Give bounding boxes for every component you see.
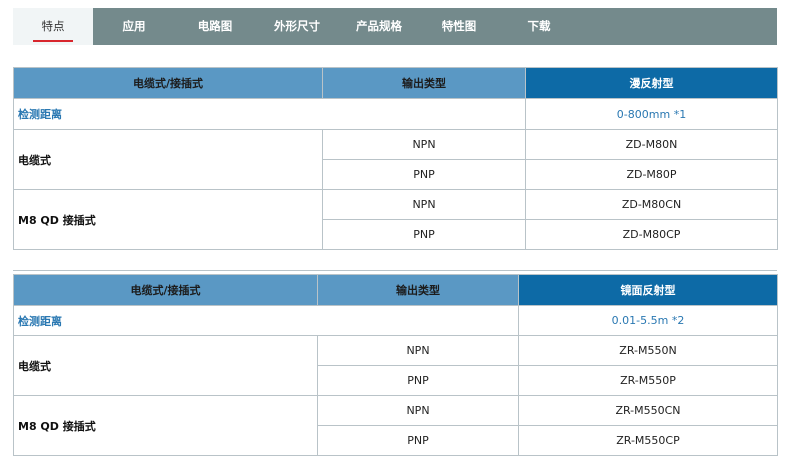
header-model-type: 镜面反射型 (518, 274, 778, 306)
output-type-cell: NPN (322, 189, 526, 220)
model-number-cell: ZD-M80N (525, 129, 778, 160)
output-type-cell: NPN (322, 129, 526, 160)
model-number-cell: ZD-M80CP (525, 219, 778, 250)
model-number-cell: ZR-M550CP (518, 425, 778, 456)
tab-circuit-diagram-label: 电路图 (197, 19, 233, 33)
tab-specifications-label: 产品规格 (356, 19, 402, 33)
detection-distance-label: 检测距离 (13, 98, 526, 130)
tab-bar: 特点 应用 电路图 外形尺寸 产品规格 特性图 下载 (13, 8, 777, 45)
spec-table-diffuse: 电缆式/接插式 输出类型 漫反射型 检测距离 0-800mm *1 电缆式 NP… (13, 67, 778, 250)
tab-characteristics-label: 特性图 (441, 19, 477, 33)
model-number-cell: ZR-M550P (518, 365, 778, 396)
active-tab-indicator (33, 40, 73, 42)
tab-specifications[interactable]: 产品规格 (339, 8, 419, 45)
header-output: 输出类型 (317, 274, 519, 306)
model-number-cell: ZD-M80CN (525, 189, 778, 220)
model-number-cell: ZD-M80P (525, 159, 778, 190)
tab-applications-label: 应用 (122, 19, 146, 33)
output-type-cell: PNP (322, 219, 526, 250)
section-divider (13, 270, 777, 271)
tab-features[interactable]: 特点 (13, 8, 93, 45)
tab-downloads[interactable]: 下载 (499, 8, 579, 45)
tab-downloads-label: 下载 (527, 19, 551, 33)
group-label-cable: 电缆式 (13, 129, 323, 190)
group-label-connector: M8 QD 接插式 (13, 189, 323, 250)
detection-distance-value: 0-800mm *1 (525, 98, 778, 130)
header-model-type: 漫反射型 (525, 67, 778, 99)
header-type: 电缆式/接插式 (13, 274, 318, 306)
tab-applications[interactable]: 应用 (93, 8, 175, 45)
detection-distance-label: 检测距离 (13, 305, 519, 336)
detection-distance-value: 0.01-5.5m *2 (518, 305, 778, 336)
group-label-cable: 电缆式 (13, 335, 318, 396)
spec-table-mirror: 电缆式/接插式 输出类型 镜面反射型 检测距离 0.01-5.5m *2 电缆式… (13, 274, 778, 456)
header-output: 输出类型 (322, 67, 526, 99)
tab-dimensions[interactable]: 外形尺寸 (255, 8, 339, 45)
output-type-cell: PNP (317, 425, 519, 456)
header-type: 电缆式/接插式 (13, 67, 323, 99)
output-type-cell: NPN (317, 395, 519, 426)
group-label-connector: M8 QD 接插式 (13, 395, 318, 456)
tab-characteristics[interactable]: 特性图 (419, 8, 499, 45)
model-number-cell: ZR-M550N (518, 335, 778, 366)
output-type-cell: NPN (317, 335, 519, 366)
tab-features-label: 特点 (41, 19, 65, 33)
output-type-cell: PNP (317, 365, 519, 396)
output-type-cell: PNP (322, 159, 526, 190)
tab-dimensions-label: 外形尺寸 (274, 19, 320, 33)
model-number-cell: ZR-M550CN (518, 395, 778, 426)
tab-circuit-diagram[interactable]: 电路图 (175, 8, 255, 45)
